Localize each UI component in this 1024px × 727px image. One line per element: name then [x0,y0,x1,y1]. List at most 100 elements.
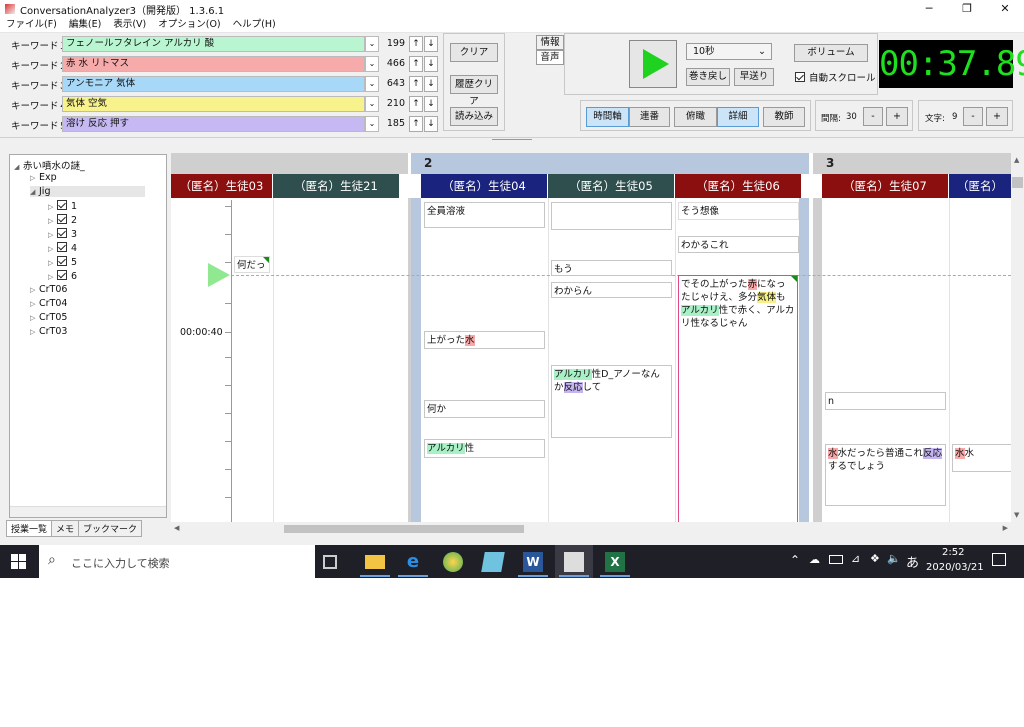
move-up-button[interactable]: ↑ [409,36,423,52]
close-button[interactable]: ✕ [986,0,1024,18]
checkbox-checked-icon[interactable] [57,228,67,238]
battery-icon[interactable] [829,555,843,564]
notes-app-icon[interactable] [481,552,505,572]
paint-app-icon[interactable] [443,552,463,572]
dropbox-icon[interactable]: ❖ [870,552,880,565]
menu-edit[interactable]: 編集(E) [63,18,107,32]
utterance-bubble[interactable]: もう [551,260,672,276]
menu-options[interactable]: オプション(O) [152,18,226,32]
clock-date[interactable]: 2020/03/21 [926,562,984,573]
column-header-student21[interactable]: （匿名）生徒21 [273,174,400,198]
view-detail-button[interactable]: 詳細 [717,107,759,127]
tab-memo[interactable]: メモ [51,520,80,537]
chevron-down-icon[interactable]: ⌄ [365,36,379,52]
clock-time[interactable]: 2:52 [942,547,964,558]
utterance-bubble[interactable]: n [825,392,946,410]
move-down-button[interactable]: ↓ [424,96,438,112]
tab-info[interactable]: 情報 [536,35,564,50]
auto-scroll-checkbox[interactable]: 自動スクロール [795,70,876,84]
play-button[interactable] [629,40,677,88]
checkbox-checked-icon[interactable] [57,270,67,280]
notification-icon[interactable] [992,553,1006,566]
scroll-right-icon[interactable]: ▶ [1003,524,1008,532]
edge-browser-icon[interactable]: e [403,552,423,572]
column-header-student07[interactable]: （匿名）生徒07 [822,174,949,198]
tab-lesson-list[interactable]: 授業一覧 [6,520,53,537]
move-up-button[interactable]: ↑ [409,96,423,112]
chevron-down-icon[interactable]: ⌄ [365,56,379,72]
tab-audio[interactable]: 音声 [536,50,564,65]
scroll-down-icon[interactable]: ▼ [1014,511,1019,519]
tree-node-group-5[interactable]: ▷ 5 [48,256,77,268]
tree-node-group-3[interactable]: ▷ 3 [48,228,77,240]
forward-button[interactable]: 早送り [734,68,774,86]
interval-select[interactable]: 10秒 ⌄ [686,43,772,60]
move-up-button[interactable]: ↑ [409,116,423,132]
column-header-student05[interactable]: （匿名）生徒05 [548,174,675,198]
move-down-button[interactable]: ↓ [424,36,438,52]
column-header-student06[interactable]: （匿名）生徒06 [675,174,802,198]
tree-node-crt05[interactable]: ▷ CrT05 [30,312,67,323]
maximize-button[interactable]: ❐ [948,0,986,18]
task-view-icon[interactable] [323,555,337,569]
move-up-button[interactable]: ↑ [409,56,423,72]
minimize-button[interactable]: ─ [910,0,948,18]
volume-button[interactable]: ボリューム [794,44,868,62]
move-up-button[interactable]: ↑ [409,76,423,92]
history-clear-button[interactable]: 履歴クリア [450,75,498,107]
conversation-analyzer-icon[interactable] [564,552,584,572]
scroll-thumb[interactable] [1012,177,1023,188]
column-header-student08[interactable]: （匿名） [949,174,1011,198]
timeline-horizontal-scrollbar[interactable]: ◀ ▶ [171,522,1011,536]
taskbar-search-box[interactable]: ⌕ ここに入力して検索 [39,545,315,578]
tab-bookmark[interactable]: ブックマーク [78,520,143,537]
volume-icon[interactable]: 🔈 [887,552,901,565]
tree-node-exp[interactable]: ▷ Exp [30,172,57,183]
chevron-down-icon[interactable]: ⌄ [365,116,379,132]
utterance-bubble[interactable]: アルカリ性D_アノーなんか反応して [551,365,672,438]
menu-view[interactable]: 表示(V) [107,18,152,32]
rewind-button[interactable]: 巻き戻し [686,68,730,86]
tree-horizontal-scrollbar[interactable] [10,506,166,517]
utterance-bubble[interactable]: 何だっ [234,256,270,273]
keyword-input[interactable]: 赤 水 リトマス [62,56,365,72]
checkbox-checked-icon[interactable] [57,242,67,252]
utterance-bubble[interactable]: わかるこれ [678,236,799,253]
utterance-bubble[interactable]: 全員溶液 [424,202,545,228]
utterance-bubble[interactable]: そう想像 [678,202,799,220]
chars-decrease-button[interactable]: - [963,107,983,126]
load-button[interactable]: 読み込み [450,107,498,126]
keyword-input[interactable]: 気体 空気 [62,96,365,112]
tree-node-crt04[interactable]: ▷ CrT04 [30,298,67,309]
utterance-bubble[interactable]: わからん [551,282,672,298]
utterance-bubble[interactable]: 水水 [952,444,1011,472]
tree-node-crt06[interactable]: ▷ CrT06 [30,284,67,295]
tree-node-jig[interactable]: ◢ Jig [30,186,145,197]
chars-increase-button[interactable]: + [986,107,1008,126]
tree-node-crt03[interactable]: ▷ CrT03 [30,326,67,337]
spacing-increase-button[interactable]: + [886,107,908,126]
scroll-left-icon[interactable]: ◀ [174,524,179,532]
windows-start-icon[interactable] [11,554,26,569]
timeline-vertical-scrollbar[interactable]: ▲ ▼ [1011,153,1024,522]
playhead-icon[interactable] [208,263,230,287]
word-icon[interactable]: W [523,552,543,572]
tree-node-group-4[interactable]: ▷ 4 [48,242,77,254]
chevron-down-icon[interactable]: ⌄ [365,76,379,92]
view-timeline-button[interactable]: 時間軸 [586,107,629,127]
column-header-student04[interactable]: （匿名）生徒04 [421,174,548,198]
clear-button[interactable]: クリア [450,43,498,62]
move-down-button[interactable]: ↓ [424,56,438,72]
keyword-input[interactable]: 溶け 反応 押す [62,116,365,132]
move-down-button[interactable]: ↓ [424,116,438,132]
utterance-bubble-selected[interactable]: でその上がった赤になったじゃけえ、多分気体もアルカリ性で赤く、アルカリ性なるじゃ… [678,275,798,522]
move-down-button[interactable]: ↓ [424,76,438,92]
utterance-bubble[interactable]: 上がった水 [424,331,545,349]
chevron-down-icon[interactable]: ⌄ [365,96,379,112]
tree-node-group-1[interactable]: ▷ 1 [48,200,77,212]
scroll-up-icon[interactable]: ▲ [1014,156,1019,164]
menu-help[interactable]: ヘルプ(H) [227,18,282,32]
file-explorer-icon[interactable] [365,555,385,569]
column-header-student03[interactable]: （匿名）生徒03 [171,174,273,198]
view-overview-button[interactable]: 俯瞰 [674,107,717,127]
